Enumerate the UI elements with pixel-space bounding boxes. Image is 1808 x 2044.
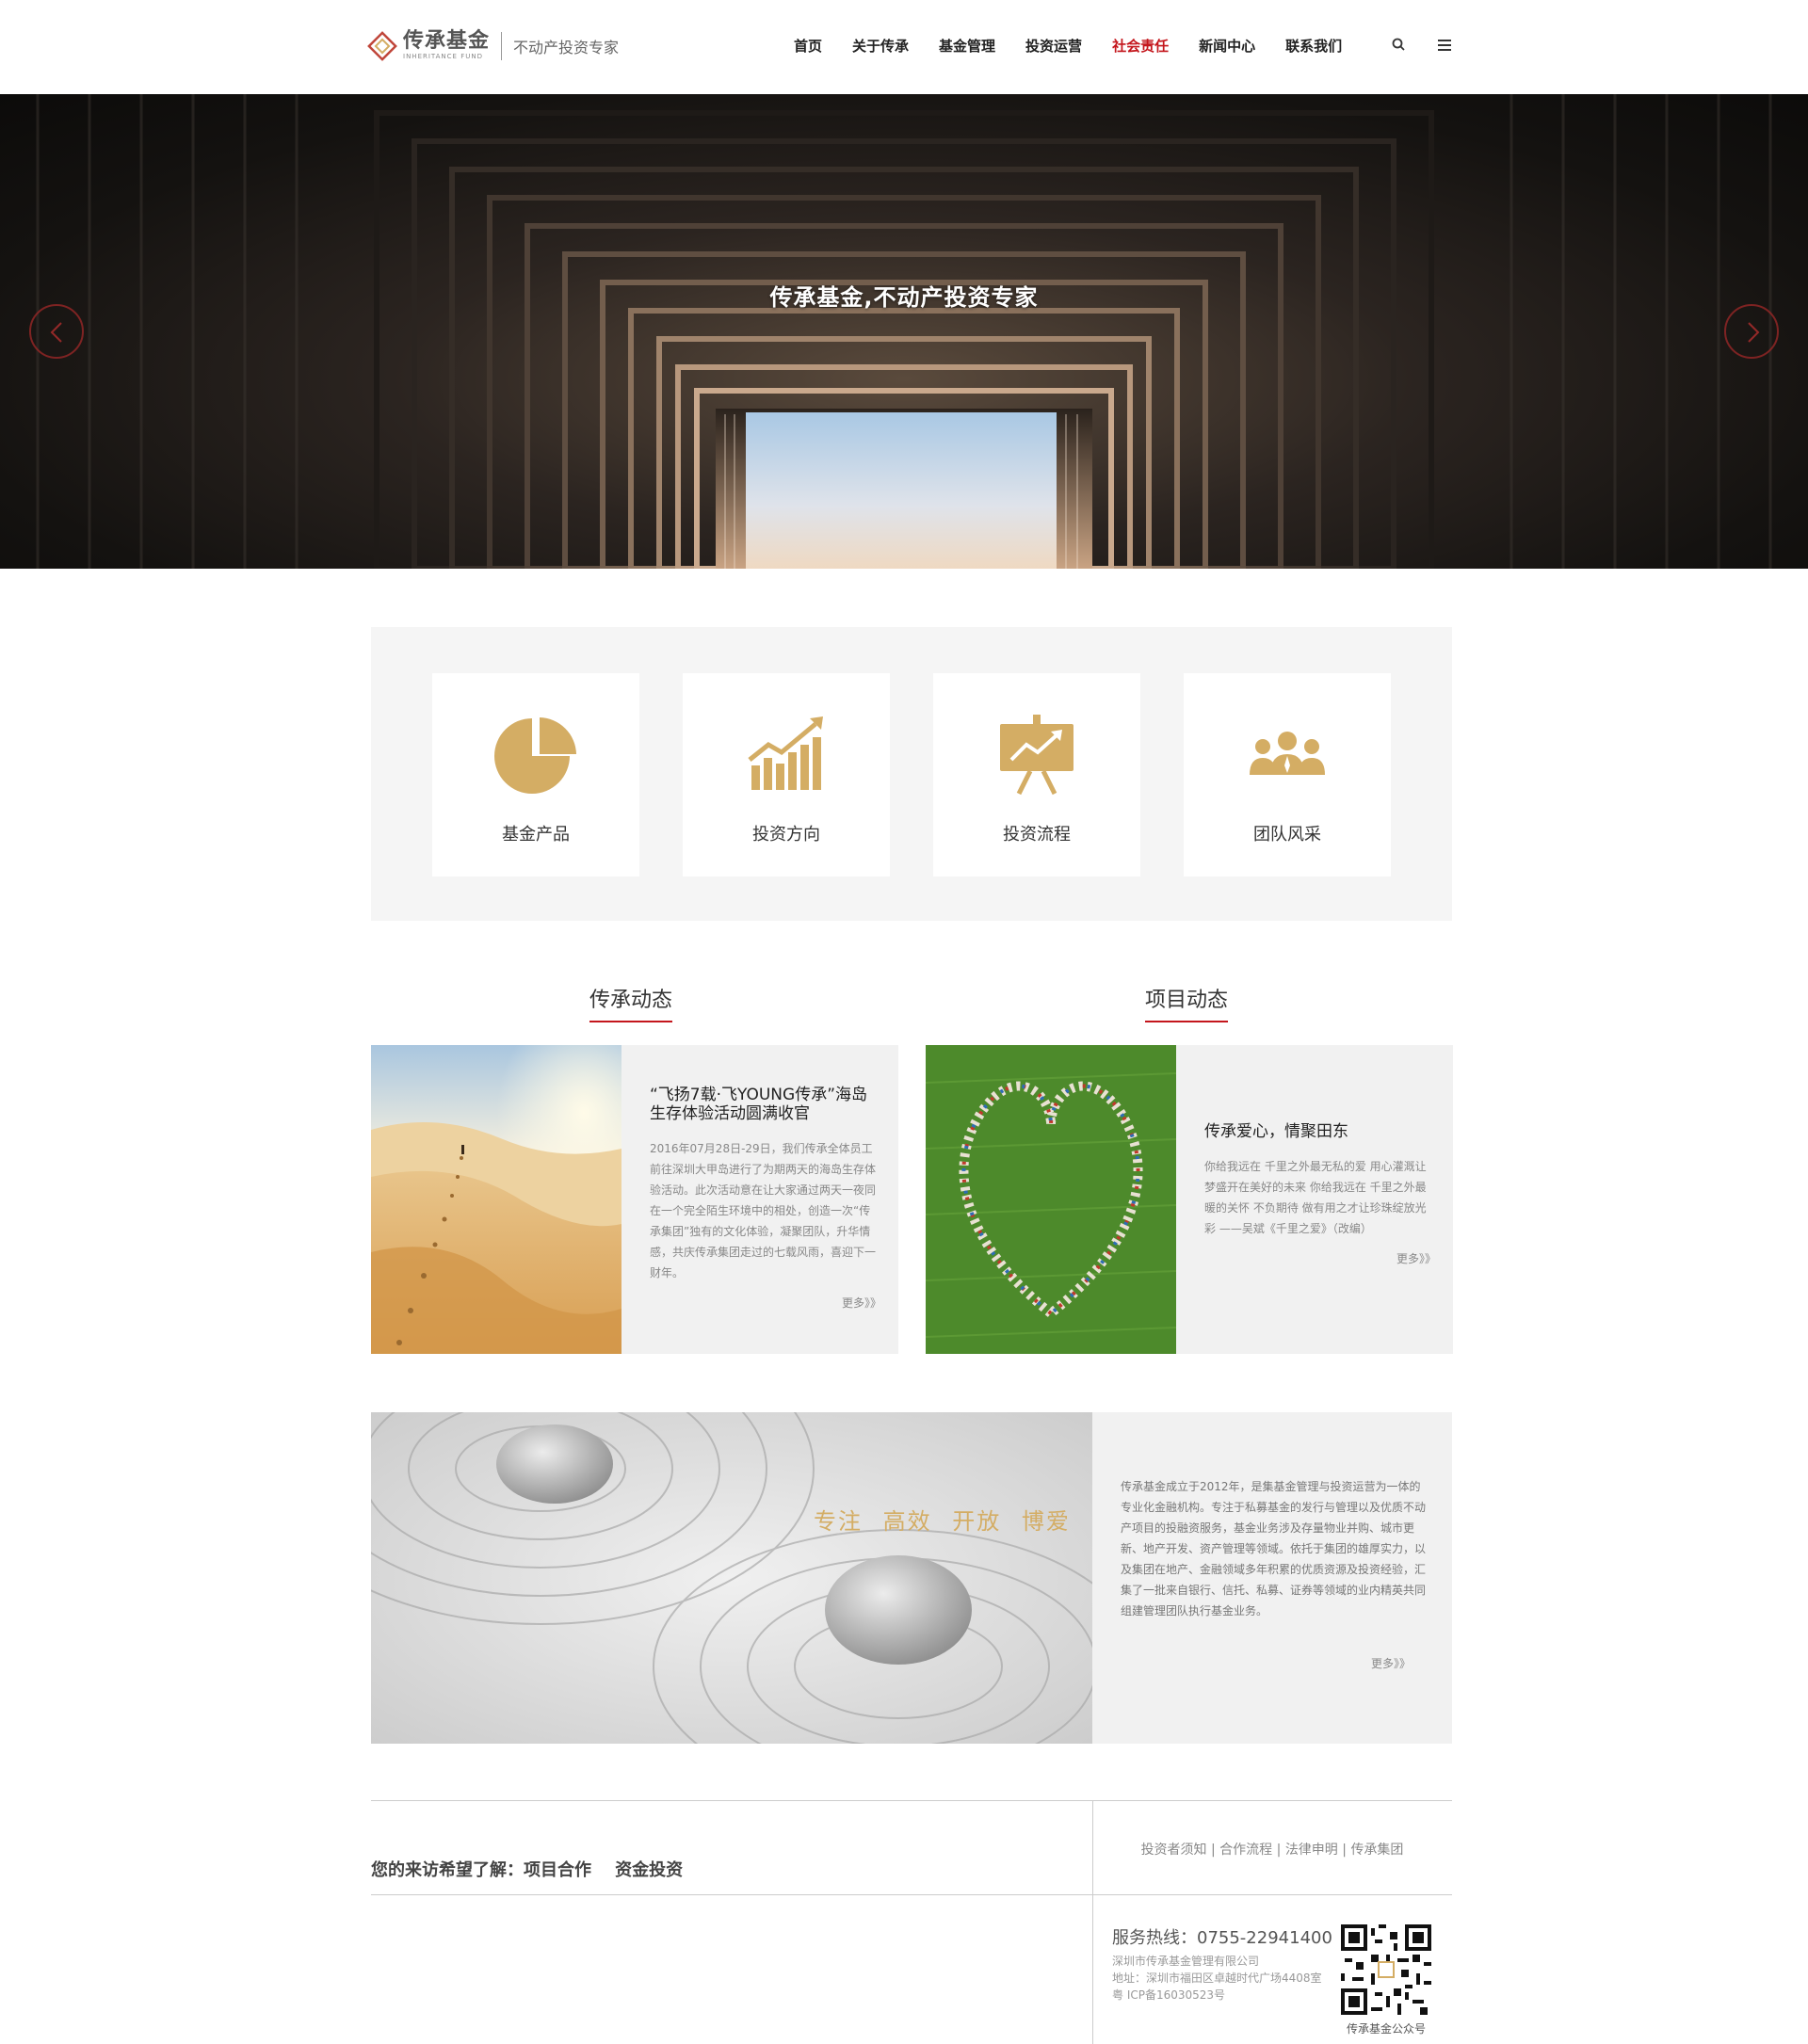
news-text: 传承爱心，情聚田东 你给我远在 千里之外最无私的爱 用心灌溉让梦盛开在美好的未来… — [1204, 1122, 1436, 1266]
news-card-project: 传承爱心，情聚田东 你给我远在 千里之外最无私的爱 用心灌溉让梦盛开在美好的未来… — [926, 1045, 1453, 1354]
logo-mark-icon — [367, 30, 397, 61]
footer-divider-top — [371, 1800, 1452, 1801]
news-summary: 2016年07月28日-29日，我们传承全体员工前往深圳大甲岛进行了为期两天的海… — [650, 1142, 877, 1280]
footer-contact-info: 深圳市传承基金管理有限公司 地址：深圳市福田区卓越时代广场4408室 粤 ICP… — [1112, 1953, 1331, 2004]
footer-visit-prefix: 您的来访希望了解： — [371, 1860, 524, 1880]
footer-hotline: 服务热线：0755-22941400 — [1112, 1928, 1332, 1948]
nav-item-news-center[interactable]: 新闻中心 — [1199, 36, 1255, 56]
nav-item-social-responsibility[interactable]: 社会责任 — [1112, 36, 1169, 56]
heart-people-image[interactable] — [926, 1045, 1176, 1354]
footer-visit: 您的来访希望了解：项目合作 资金投资 — [371, 1857, 683, 1881]
site-logo[interactable]: 传承基金 INHERITANCE FUND 不动产投资专家 — [367, 30, 619, 61]
footer-company: 深圳市传承基金管理有限公司 — [1112, 1955, 1260, 1968]
search-icon[interactable] — [1390, 36, 1409, 55]
footer-icp[interactable]: 粤 ICP备16030523号 — [1112, 1987, 1331, 2004]
page: 传承基金 INHERITANCE FUND 不动产投资专家 首页 关于传承 基金… — [0, 0, 1808, 2044]
news-title[interactable]: “飞扬7载·飞YOUNG传承”海岛生存体验活动圆满收官 — [650, 1086, 881, 1123]
qr-label: 传承基金公众号 — [1346, 2022, 1426, 2036]
news-title[interactable]: 传承爱心，情聚田东 — [1204, 1122, 1436, 1141]
footer-link-legal-statement[interactable]: 法律申明 — [1285, 1843, 1338, 1858]
chevron-left-icon — [50, 322, 62, 343]
feature-card-investment-direction[interactable]: 投资方向 — [683, 673, 890, 877]
footer-link-group[interactable]: 传承集团 — [1350, 1843, 1403, 1858]
feature-card-investment-process[interactable]: 投资流程 — [933, 673, 1140, 877]
logo-divider — [501, 31, 503, 60]
news-card-company: “飞扬7载·飞YOUNG传承”海岛生存体验活动圆满收官 2016年07月28日-… — [371, 1045, 898, 1354]
footer-link-investor-notice[interactable]: 投资者须知 — [1141, 1843, 1207, 1858]
main-nav: 首页 关于传承 基金管理 投资运营 社会责任 新闻中心 联系我们 — [794, 36, 1372, 56]
banner-prev-button[interactable] — [29, 304, 84, 359]
footer-link-cooperation-process[interactable]: 合作流程 — [1219, 1843, 1272, 1858]
nav-item-investment-operations[interactable]: 投资运营 — [1025, 36, 1082, 56]
footer-links: 投资者须知 | 合作流程 | 法律申明 | 传承集团 — [1140, 1843, 1404, 1858]
footer-divider-middle — [371, 1894, 1452, 1895]
feature-card-team[interactable]: 团队风采 — [1184, 673, 1391, 877]
footer-link-project-cooperation[interactable]: 项目合作 — [524, 1860, 591, 1880]
hero-banner: 传承基金,不动产投资专家 — [0, 94, 1808, 569]
wechat-qr-code — [1341, 1924, 1431, 2015]
banner-title: 传承基金,不动产投资专家 — [769, 284, 1039, 311]
growth-chart-icon — [748, 716, 823, 790]
nav-item-home[interactable]: 首页 — [794, 36, 822, 56]
feature-label: 投资流程 — [1003, 825, 1071, 845]
about-section: 专注 高效 开放 博爱 传承基金成立于2012年，是集基金管理与投资运营为一体的… — [371, 1412, 1452, 1744]
zen-stones-image — [371, 1412, 1092, 1744]
building-courtyard-image — [36, 94, 1772, 569]
menu-icon[interactable] — [1435, 36, 1454, 55]
news-text: “飞扬7载·飞YOUNG传承”海岛生存体验活动圆满收官 2016年07月28日-… — [650, 1086, 881, 1311]
footer-divider-vertical — [1092, 1800, 1093, 2044]
banner-next-button[interactable] — [1724, 304, 1779, 359]
team-icon — [1250, 732, 1325, 775]
nav-item-about[interactable]: 关于传承 — [852, 36, 909, 56]
section-title-project-news[interactable]: 项目动态 — [1145, 983, 1229, 1022]
nav-item-contact[interactable]: 联系我们 — [1285, 36, 1342, 56]
footer-address: 地址：深圳市福田区卓越时代广场4408室 — [1112, 1972, 1322, 1985]
news-more-link[interactable]: 更多》》 — [650, 1295, 881, 1311]
header-slogan: 不动产投资专家 — [513, 38, 620, 56]
news-summary: 你给我远在 千里之外最无私的爱 用心灌溉让梦盛开在美好的未来 你给我远在 千里之… — [1204, 1160, 1427, 1235]
site-header: 传承基金 INHERITANCE FUND 不动产投资专家 首页 关于传承 基金… — [0, 0, 1808, 94]
about-more-link[interactable]: 更多》》 — [1371, 1655, 1411, 1671]
chevron-right-icon — [1748, 322, 1760, 343]
logo-chinese-name: 传承基金 — [403, 29, 491, 53]
footer-link-capital-investment[interactable]: 资金投资 — [615, 1860, 683, 1880]
about-description: 传承基金成立于2012年，是集基金管理与投资运营为一体的专业化金融机构。专注于私… — [1121, 1480, 1427, 1617]
section-title-company-news[interactable]: 传承动态 — [589, 983, 673, 1022]
pie-chart-icon — [494, 717, 576, 794]
about-slogan: 专注 高效 开放 博爱 — [814, 1508, 1071, 1535]
feature-card-fund-products[interactable]: 基金产品 — [432, 673, 639, 877]
nav-item-fund-management[interactable]: 基金管理 — [939, 36, 995, 56]
presentation-board-icon — [1000, 715, 1074, 796]
feature-label: 基金产品 — [502, 825, 570, 845]
feature-label: 团队风采 — [1253, 825, 1321, 845]
logo-english-name: INHERITANCE FUND — [403, 53, 483, 60]
feature-panel: 基金产品 投资方向 投资流程 团队风采 — [371, 627, 1452, 921]
news-more-link[interactable]: 更多》》 — [1204, 1250, 1436, 1266]
desert-image[interactable] — [371, 1045, 622, 1354]
feature-label: 投资方向 — [752, 825, 820, 845]
